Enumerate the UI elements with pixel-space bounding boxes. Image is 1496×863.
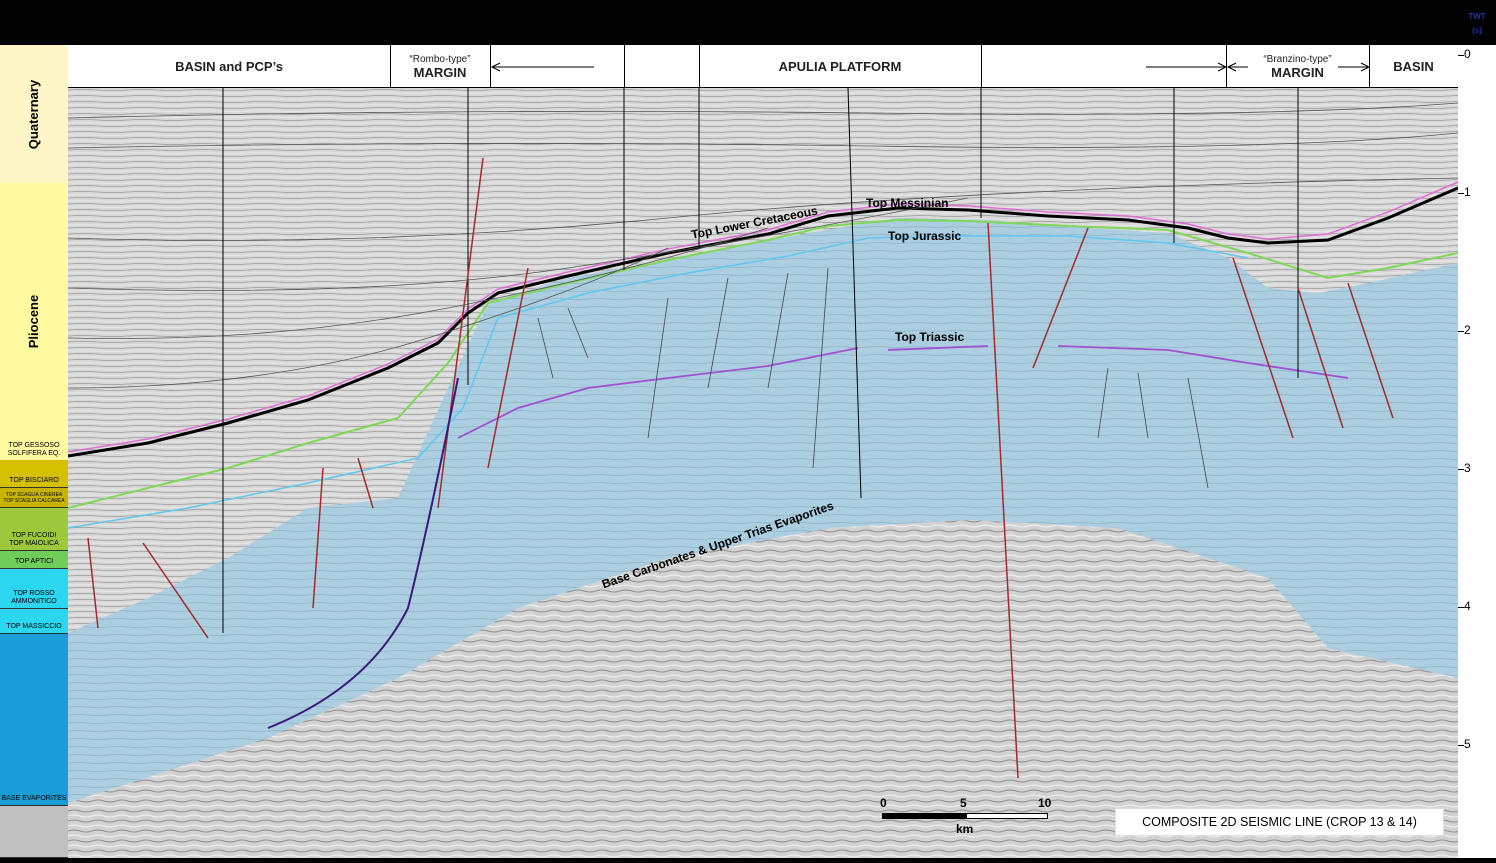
seismic-section: [67, 87, 1459, 858]
header-arrows: [490, 62, 1371, 72]
twt-axis-title: TWT (s): [1468, 12, 1486, 35]
bisciaro-band: TOP BISCIARO: [0, 460, 68, 488]
scale-bar-black: [882, 813, 966, 819]
axis-tick-label: 3: [1464, 461, 1471, 475]
evaporites-band: [0, 806, 68, 858]
pliocene-band: Pliocene: [0, 183, 68, 461]
strat-label: TOP FUCOIDI: [11, 532, 57, 539]
period-label: Pliocene: [26, 294, 42, 349]
scale-unit: km: [956, 822, 974, 836]
strat-label: TOP MAIOLICA: [9, 540, 59, 547]
axis-tick-label: 0: [1464, 47, 1471, 61]
top-bar: [0, 0, 1496, 45]
strat-label: TOP SCAGLIA CALCAREA: [3, 497, 65, 504]
axis-tick-label: 4: [1464, 599, 1471, 613]
figure-caption: COMPOSITE 2D SEISMIC LINE (CROP 13 & 14): [1115, 808, 1444, 836]
strat-label: TOP MASSICCIO: [6, 623, 62, 630]
label-top-jurassic: Top Jurassic: [888, 229, 962, 243]
scaglia-band: TOP SCAGLIA CINEREA TOP SCAGLIA CALCAREA: [0, 488, 68, 508]
seismic-svg: [67, 87, 1459, 858]
scale-bar-white: [966, 813, 1048, 819]
axis-tick-label: 1: [1464, 185, 1471, 199]
axis-tick-label: 2: [1464, 323, 1471, 337]
strat-label: TOP ROSSO AMMONITICO: [11, 590, 57, 605]
aptici-band: TOP APTICI: [0, 551, 68, 569]
fucoidi-band: TOP FUCOIDI TOP MAIOLICA: [0, 508, 68, 551]
strat-label: TOP APTICI: [14, 558, 54, 565]
axis-tick-label: 5: [1464, 737, 1471, 751]
rosso-band: TOP ROSSO AMMONITICO: [0, 569, 68, 609]
scale-label-10: 10: [1038, 796, 1052, 810]
quaternary-band: Quaternary: [0, 45, 68, 184]
strat-label: TOP GESSOSO SOLFIFERA EQ.: [7, 442, 61, 457]
stratigraphic-column: Quaternary Pliocene TOP GESSOSO SOLFIFER…: [0, 45, 68, 858]
strat-label: BASE EVAPORITES: [1, 795, 67, 802]
massiccio-band: TOP MASSICCIO: [0, 609, 68, 634]
domain-header: BASIN and PCP’s “Rombo-type” MARGIN APUL…: [68, 45, 1458, 88]
scale-label-0: 0: [880, 796, 887, 810]
label-top-messinian: Top Messinian: [866, 196, 949, 210]
carbonate-band: BASE EVAPORITES: [0, 634, 68, 806]
label-top-triassic: Top Triassic: [895, 330, 965, 344]
scale-label-5: 5: [960, 796, 967, 810]
gessoso-band: TOP GESSOSO SOLFIFERA EQ.: [0, 435, 68, 460]
period-label: Quaternary: [26, 79, 42, 149]
strat-label: TOP BISCIARO: [9, 477, 59, 484]
scale-bar: 0 5 10 km: [876, 796, 1056, 841]
